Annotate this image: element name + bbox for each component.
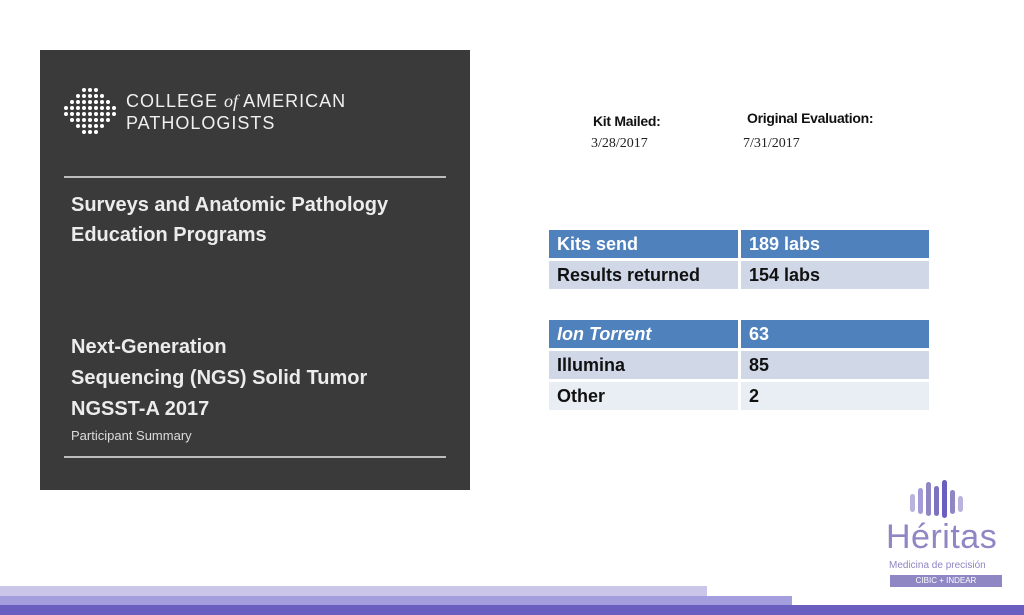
cap-name-line2: PATHOLOGISTS bbox=[126, 113, 276, 133]
heritas-logo: Héritas Medicina de precisión CIBIC + IN… bbox=[880, 480, 1010, 590]
platform-row-label: Other bbox=[549, 380, 741, 413]
platform-row-label: Illumina bbox=[549, 349, 741, 382]
cover-divider-top bbox=[64, 176, 446, 178]
heritas-bars-icon bbox=[910, 480, 963, 518]
table-row: Illumina 85 bbox=[549, 349, 929, 382]
survey-title-line: NGSST-A 2017 bbox=[71, 398, 210, 420]
heritas-subtitle: Medicina de precisión bbox=[889, 560, 986, 571]
cap-name-of: of bbox=[224, 91, 239, 111]
platform-row-value: 85 bbox=[739, 349, 929, 382]
cover-divider-bottom bbox=[64, 456, 446, 458]
table-row: Results returned 154 labs bbox=[549, 259, 929, 292]
cap-survey-cover: COLLEGE of AMERICAN PATHOLOGISTS Surveys… bbox=[40, 50, 470, 490]
original-evaluation-block: Original Evaluation: 7/31/2017 bbox=[743, 110, 874, 152]
labs-row-label: Kits send bbox=[549, 230, 741, 261]
platform-row-value: 2 bbox=[739, 380, 929, 413]
labs-row-label: Results returned bbox=[549, 259, 741, 292]
table-row: Ion Torrent 63 bbox=[549, 320, 929, 351]
platform-row-label: Ion Torrent bbox=[549, 320, 741, 351]
cap-name-pre: COLLEGE bbox=[126, 91, 225, 111]
participant-summary-label: Participant Summary bbox=[71, 428, 192, 443]
survey-title-line: Sequencing (NGS) Solid Tumor bbox=[71, 367, 368, 389]
table-row: Kits send 189 labs bbox=[549, 230, 929, 261]
footer-stripe-mid bbox=[0, 596, 792, 605]
cap-name-line1: COLLEGE of AMERICAN bbox=[126, 90, 346, 112]
cap-organization-name: COLLEGE of AMERICAN PATHOLOGISTS bbox=[126, 90, 346, 134]
kit-mailed-label: Kit Mailed: bbox=[593, 113, 661, 129]
kit-mailed-date: 3/28/2017 bbox=[591, 136, 648, 151]
survey-title-line: Next-Generation bbox=[71, 336, 227, 358]
kit-mailed-block: Kit Mailed: 3/28/2017 bbox=[591, 113, 661, 152]
cap-name-post: AMERICAN bbox=[238, 91, 347, 111]
footer-stripe-dark bbox=[0, 605, 1024, 615]
heritas-tag: CIBIC + INDEAR bbox=[890, 575, 1002, 587]
platforms-table: Ion Torrent 63 Illumina 85 Other 2 bbox=[549, 320, 929, 413]
program-title: Surveys and Anatomic Pathology Education… bbox=[71, 194, 389, 246]
labs-row-value: 154 labs bbox=[739, 259, 929, 292]
original-evaluation-label: Original Evaluation: bbox=[747, 110, 874, 126]
original-evaluation-date: 7/31/2017 bbox=[743, 136, 800, 151]
labs-table: Kits send 189 labs Results returned 154 … bbox=[549, 230, 929, 292]
platform-row-value: 63 bbox=[739, 320, 929, 351]
heritas-wordmark: Héritas bbox=[886, 518, 998, 556]
labs-row-value: 189 labs bbox=[739, 230, 929, 261]
table-row: Other 2 bbox=[549, 380, 929, 413]
cap-dots-logo-icon bbox=[64, 88, 116, 134]
survey-title: Next-Generation Sequencing (NGS) Solid T… bbox=[71, 332, 451, 425]
footer-stripe-light bbox=[0, 586, 707, 596]
